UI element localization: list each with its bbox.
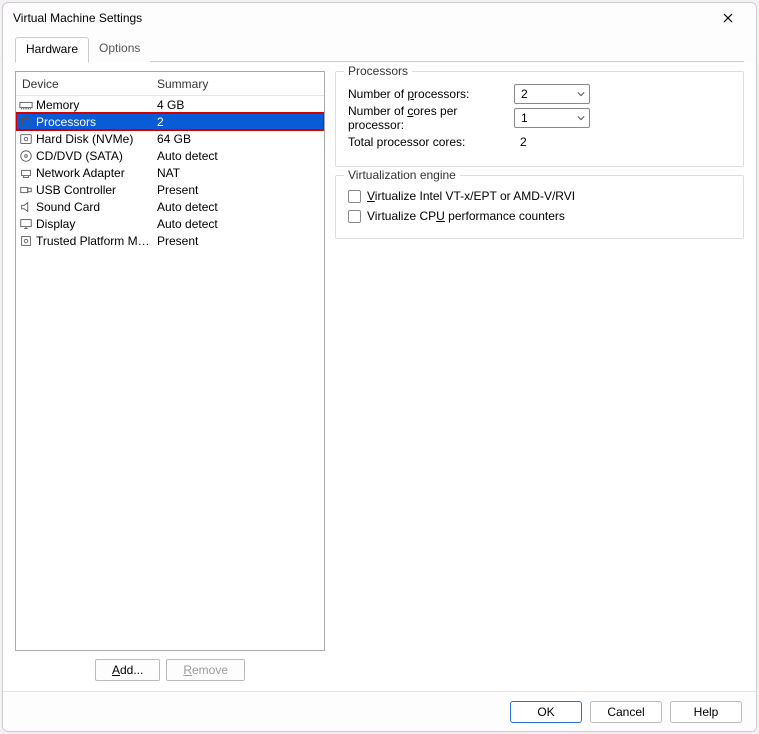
vtx-checkbox[interactable] bbox=[348, 190, 361, 203]
device-summary: 2 bbox=[151, 115, 322, 129]
device-row-display[interactable]: DisplayAuto detect bbox=[16, 215, 324, 232]
device-row-net[interactable]: Network AdapterNAT bbox=[16, 164, 324, 181]
device-name: Network Adapter bbox=[36, 166, 151, 180]
net-icon bbox=[18, 165, 34, 181]
processors-group-title: Processors bbox=[344, 64, 412, 78]
num-processors-label: Number of processors: bbox=[348, 87, 508, 101]
perf-counters-label[interactable]: Virtualize CPU performance counters bbox=[367, 209, 565, 223]
device-name: Processors bbox=[36, 115, 151, 129]
chevron-down-icon bbox=[577, 90, 585, 98]
device-row-cd[interactable]: CD/DVD (SATA)Auto detect bbox=[16, 147, 324, 164]
device-row-sound[interactable]: Sound CardAuto detect bbox=[16, 198, 324, 215]
virtualization-group: Virtualization engine Virtualize Intel V… bbox=[335, 175, 744, 239]
sound-icon bbox=[18, 199, 34, 215]
num-cores-label: Number of cores per processor: bbox=[348, 104, 508, 132]
device-summary: Present bbox=[151, 183, 322, 197]
header-device[interactable]: Device bbox=[16, 73, 151, 95]
virtualization-group-title: Virtualization engine bbox=[344, 168, 460, 182]
num-cores-value: 1 bbox=[521, 111, 528, 125]
device-summary: Auto detect bbox=[151, 200, 322, 214]
device-summary: 4 GB bbox=[151, 98, 322, 112]
tab-strip: Hardware Options bbox=[3, 37, 756, 62]
processors-group: Processors Number of processors: 2 Numbe… bbox=[335, 71, 744, 167]
device-name: CD/DVD (SATA) bbox=[36, 149, 151, 163]
device-summary: NAT bbox=[151, 166, 322, 180]
cd-icon bbox=[18, 148, 34, 164]
device-row-cpu[interactable]: Processors2 bbox=[16, 113, 324, 130]
device-name: Sound Card bbox=[36, 200, 151, 214]
memory-icon bbox=[18, 97, 34, 113]
titlebar: Virtual Machine Settings bbox=[3, 3, 756, 33]
device-panel: Device Summary Memory4 GBProcessors2Hard… bbox=[15, 71, 325, 681]
device-list[interactable]: Device Summary Memory4 GBProcessors2Hard… bbox=[15, 71, 325, 651]
perf-counters-checkbox[interactable] bbox=[348, 210, 361, 223]
device-name: Trusted Platform Mo… bbox=[36, 234, 151, 248]
total-cores-value: 2 bbox=[514, 135, 527, 149]
usb-icon bbox=[18, 182, 34, 198]
device-summary: Auto detect bbox=[151, 149, 322, 163]
num-processors-combo[interactable]: 2 bbox=[514, 84, 590, 104]
header-summary[interactable]: Summary bbox=[151, 73, 324, 95]
tab-options[interactable]: Options bbox=[89, 37, 150, 62]
tpm-icon bbox=[18, 233, 34, 249]
device-summary: Present bbox=[151, 234, 322, 248]
remove-button: Remove bbox=[166, 659, 245, 681]
device-row-usb[interactable]: USB ControllerPresent bbox=[16, 181, 324, 198]
cpu-icon bbox=[18, 114, 34, 130]
device-summary: Auto detect bbox=[151, 217, 322, 231]
device-name: USB Controller bbox=[36, 183, 151, 197]
add-button[interactable]: Add... bbox=[95, 659, 160, 681]
tab-hardware[interactable]: Hardware bbox=[15, 37, 89, 63]
tab-content: Device Summary Memory4 GBProcessors2Hard… bbox=[3, 62, 756, 691]
vtx-label[interactable]: Virtualize Intel VT-x/EPT or AMD-V/RVI bbox=[367, 189, 575, 203]
help-button[interactable]: Help bbox=[670, 701, 742, 723]
close-icon bbox=[723, 13, 733, 23]
settings-window: Virtual Machine Settings Hardware Option… bbox=[2, 2, 757, 732]
num-cores-combo[interactable]: 1 bbox=[514, 108, 590, 128]
chevron-down-icon bbox=[577, 114, 585, 122]
device-name: Hard Disk (NVMe) bbox=[36, 132, 151, 146]
ok-button[interactable]: OK bbox=[510, 701, 582, 723]
device-row-tpm[interactable]: Trusted Platform Mo…Present bbox=[16, 232, 324, 249]
detail-panel: Processors Number of processors: 2 Numbe… bbox=[335, 71, 744, 681]
device-row-memory[interactable]: Memory4 GB bbox=[16, 96, 324, 113]
display-icon bbox=[18, 216, 34, 232]
list-header: Device Summary bbox=[16, 72, 324, 96]
device-row-disk[interactable]: Hard Disk (NVMe)64 GB bbox=[16, 130, 324, 147]
disk-icon bbox=[18, 131, 34, 147]
window-title: Virtual Machine Settings bbox=[13, 11, 708, 25]
close-button[interactable] bbox=[708, 4, 748, 32]
cancel-button[interactable]: Cancel bbox=[590, 701, 662, 723]
device-name: Memory bbox=[36, 98, 151, 112]
device-buttons: Add... Remove bbox=[15, 659, 325, 681]
device-name: Display bbox=[36, 217, 151, 231]
dialog-footer: OK Cancel Help bbox=[3, 691, 756, 731]
device-summary: 64 GB bbox=[151, 132, 322, 146]
num-processors-value: 2 bbox=[521, 87, 528, 101]
total-cores-label: Total processor cores: bbox=[348, 135, 508, 149]
